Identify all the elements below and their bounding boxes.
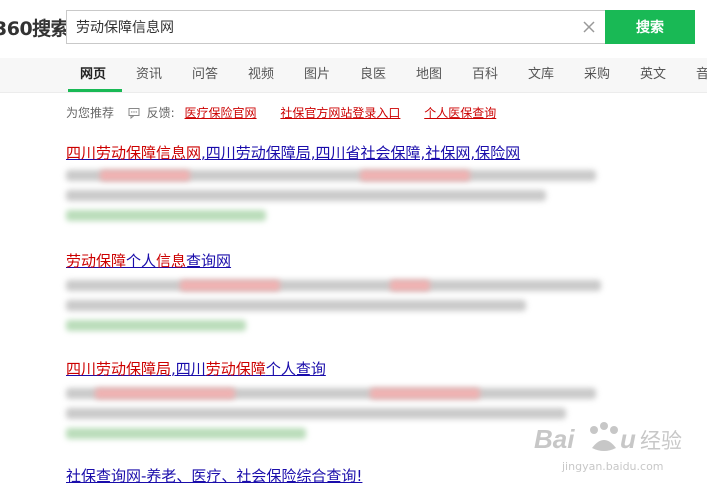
tab-doctor[interactable]: 良医 — [360, 58, 386, 92]
result-title-2[interactable]: 劳动保障个人信息查询网 — [66, 250, 231, 271]
result-title-text: 查询网 — [186, 252, 232, 270]
baidu-jingyan-watermark: Bai u 经验 jingyan.baidu.com — [534, 422, 682, 473]
result-url-1 — [66, 210, 266, 221]
feedback-icon[interactable] — [128, 107, 140, 119]
svg-text:Bai: Bai — [534, 424, 575, 454]
result-snippet-highlight — [100, 170, 190, 181]
watermark-brand-cn: 经验 — [640, 429, 682, 453]
recommend-row: 为您推荐 反馈: 医疗保险官网 社保官方网站登录入口 个人医保查询 — [66, 104, 496, 120]
search-input[interactable] — [76, 11, 556, 43]
tab-qa[interactable]: 问答 — [192, 58, 218, 92]
recommend-link-social-security-login[interactable]: 社保官方网站登录入口 — [280, 106, 400, 120]
recommend-link-medical-insurance[interactable]: 医疗保险官网 — [185, 106, 257, 120]
tab-wenku[interactable]: 文库 — [528, 58, 554, 92]
result-title-text: 劳动保障 — [205, 360, 266, 378]
result-title-text: 四川劳动保障信息网 — [66, 144, 202, 162]
tab-map[interactable]: 地图 — [416, 58, 442, 92]
result-title-text: ,四川劳动保障局,四川省社会保障,社保网,保险网 — [201, 144, 521, 162]
svg-text:u: u — [620, 424, 636, 454]
result-title-text: 社保查询网-养老、医疗、社会保险综合查询! — [66, 467, 363, 485]
recommend-prefix: 为您推荐 — [66, 106, 115, 120]
result-snippet-highlight — [390, 280, 430, 291]
clear-icon[interactable] — [579, 17, 599, 37]
tab-english[interactable]: 英文 — [640, 58, 666, 92]
feedback-label[interactable]: 反馈: — [147, 106, 175, 120]
result-title-text: 四川劳动保障局 — [66, 360, 172, 378]
recommend-link-personal-medical-query[interactable]: 个人医保查询 — [424, 106, 496, 120]
result-title-text: 信息 — [156, 252, 187, 270]
result-url-2 — [66, 320, 246, 331]
result-snippet-highlight — [360, 170, 470, 181]
result-title-text: ,四川 — [171, 360, 206, 378]
logo[interactable]: 360搜索 — [0, 14, 70, 41]
result-title-text: 劳动保障 — [66, 252, 127, 270]
result-title-1[interactable]: 四川劳动保障信息网,四川劳动保障局,四川省社会保障,社保网,保险网 — [66, 142, 520, 163]
result-snippet-2 — [66, 300, 526, 311]
header: 360搜索 搜索 — [0, 0, 707, 58]
active-tab-indicator — [68, 89, 122, 92]
tab-purchase[interactable]: 采购 — [584, 58, 610, 92]
tab-video[interactable]: 视频 — [248, 58, 274, 92]
search-button[interactable]: 搜索 — [605, 10, 695, 44]
result-title-4[interactable]: 社保查询网-养老、医疗、社会保险综合查询! — [66, 465, 362, 486]
tab-web[interactable]: 网页 — [80, 58, 106, 92]
result-title-text: 个人查询 — [265, 360, 326, 378]
result-snippet-highlight — [95, 388, 235, 399]
result-snippet-1 — [66, 190, 546, 201]
result-title-3[interactable]: 四川劳动保障局,四川劳动保障个人查询 — [66, 358, 326, 379]
result-snippet-highlight — [180, 280, 280, 291]
tab-images[interactable]: 图片 — [304, 58, 330, 92]
result-title-text: 个人 — [126, 252, 157, 270]
result-snippet-highlight — [370, 388, 480, 399]
result-url-3 — [66, 428, 306, 439]
result-snippet-3 — [66, 408, 566, 419]
search-box[interactable] — [66, 10, 605, 44]
tab-baike[interactable]: 百科 — [472, 58, 498, 92]
watermark-url: jingyan.baidu.com — [561, 460, 664, 473]
tab-bar: 网页 资讯 问答 视频 图片 良医 地图 百科 文库 采购 英文 音 — [0, 58, 707, 93]
tab-music[interactable]: 音 — [696, 58, 707, 92]
tab-news[interactable]: 资讯 — [136, 58, 162, 92]
result-snippet-2 — [66, 280, 601, 291]
